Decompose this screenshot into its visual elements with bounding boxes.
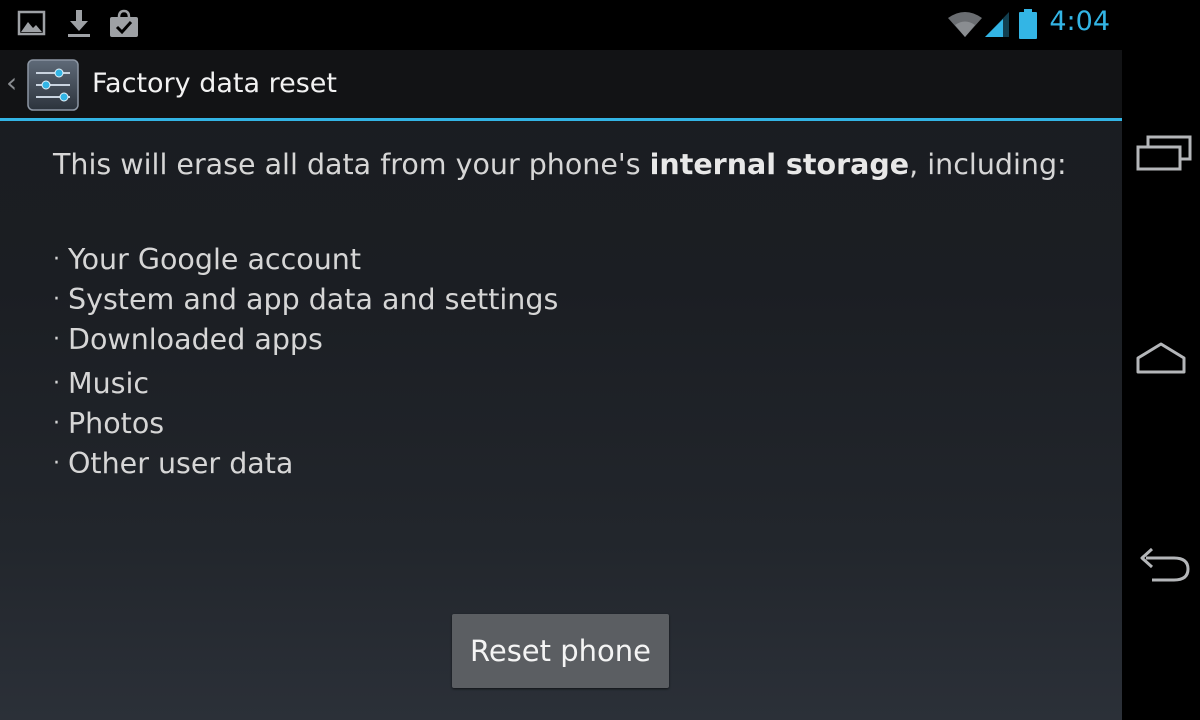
- erased-data-list: · Your Google account · System and app dat…: [53, 240, 1093, 484]
- download-icon: [66, 9, 92, 43]
- bullet: ·: [53, 411, 60, 436]
- bullet: ·: [53, 287, 60, 312]
- bullet: ·: [53, 247, 60, 272]
- warning-text: This will erase all data from your phone…: [53, 145, 1093, 185]
- list-item-label: Downloaded apps: [68, 323, 323, 356]
- warning-emphasis: internal storage: [649, 148, 910, 181]
- recent-apps-icon[interactable]: [1128, 125, 1194, 185]
- clock: 4:04: [1049, 6, 1110, 37]
- warning-prefix: This will erase all data from your phone…: [53, 148, 650, 181]
- bullet: ·: [53, 371, 60, 396]
- list-item: · System and app data and settings: [53, 280, 1093, 320]
- settings-sliders-icon[interactable]: [26, 58, 80, 112]
- page-title: Factory data reset: [92, 68, 337, 99]
- list-item: · Other user data: [53, 444, 1093, 484]
- list-item: · Downloaded apps: [53, 320, 1093, 360]
- list-item: · Music: [53, 364, 1093, 404]
- list-item-label: Your Google account: [68, 243, 362, 276]
- status-bar: 4:04: [0, 0, 1122, 50]
- signal-icon: [983, 10, 1011, 42]
- action-bar-divider: [0, 118, 1122, 121]
- reset-description: This will erase all data from your phone…: [53, 145, 1093, 484]
- gallery-icon: [17, 9, 47, 41]
- bullet: ·: [53, 327, 60, 352]
- list-item-label: Other user data: [68, 447, 294, 480]
- warning-suffix: , including:: [909, 148, 1067, 181]
- list-item: · Your Google account: [53, 240, 1093, 280]
- bullet: ·: [53, 451, 60, 476]
- navigation-bar: [1122, 0, 1200, 720]
- phone-screen: 4:04 ‹ Factory data reset This will eras…: [0, 0, 1122, 720]
- reset-phone-button[interactable]: Reset phone: [452, 614, 669, 688]
- wifi-icon: [947, 10, 983, 42]
- list-item-label: System and app data and settings: [68, 283, 559, 316]
- battery-icon: [1017, 8, 1039, 44]
- back-icon[interactable]: [1128, 538, 1194, 598]
- up-navigation-caret[interactable]: ‹: [6, 66, 17, 99]
- shopping-bag-icon: [108, 9, 140, 43]
- list-item: · Photos: [53, 404, 1093, 444]
- list-item-label: Music: [68, 367, 150, 400]
- list-item-label: Photos: [68, 407, 165, 440]
- home-icon[interactable]: [1128, 330, 1194, 390]
